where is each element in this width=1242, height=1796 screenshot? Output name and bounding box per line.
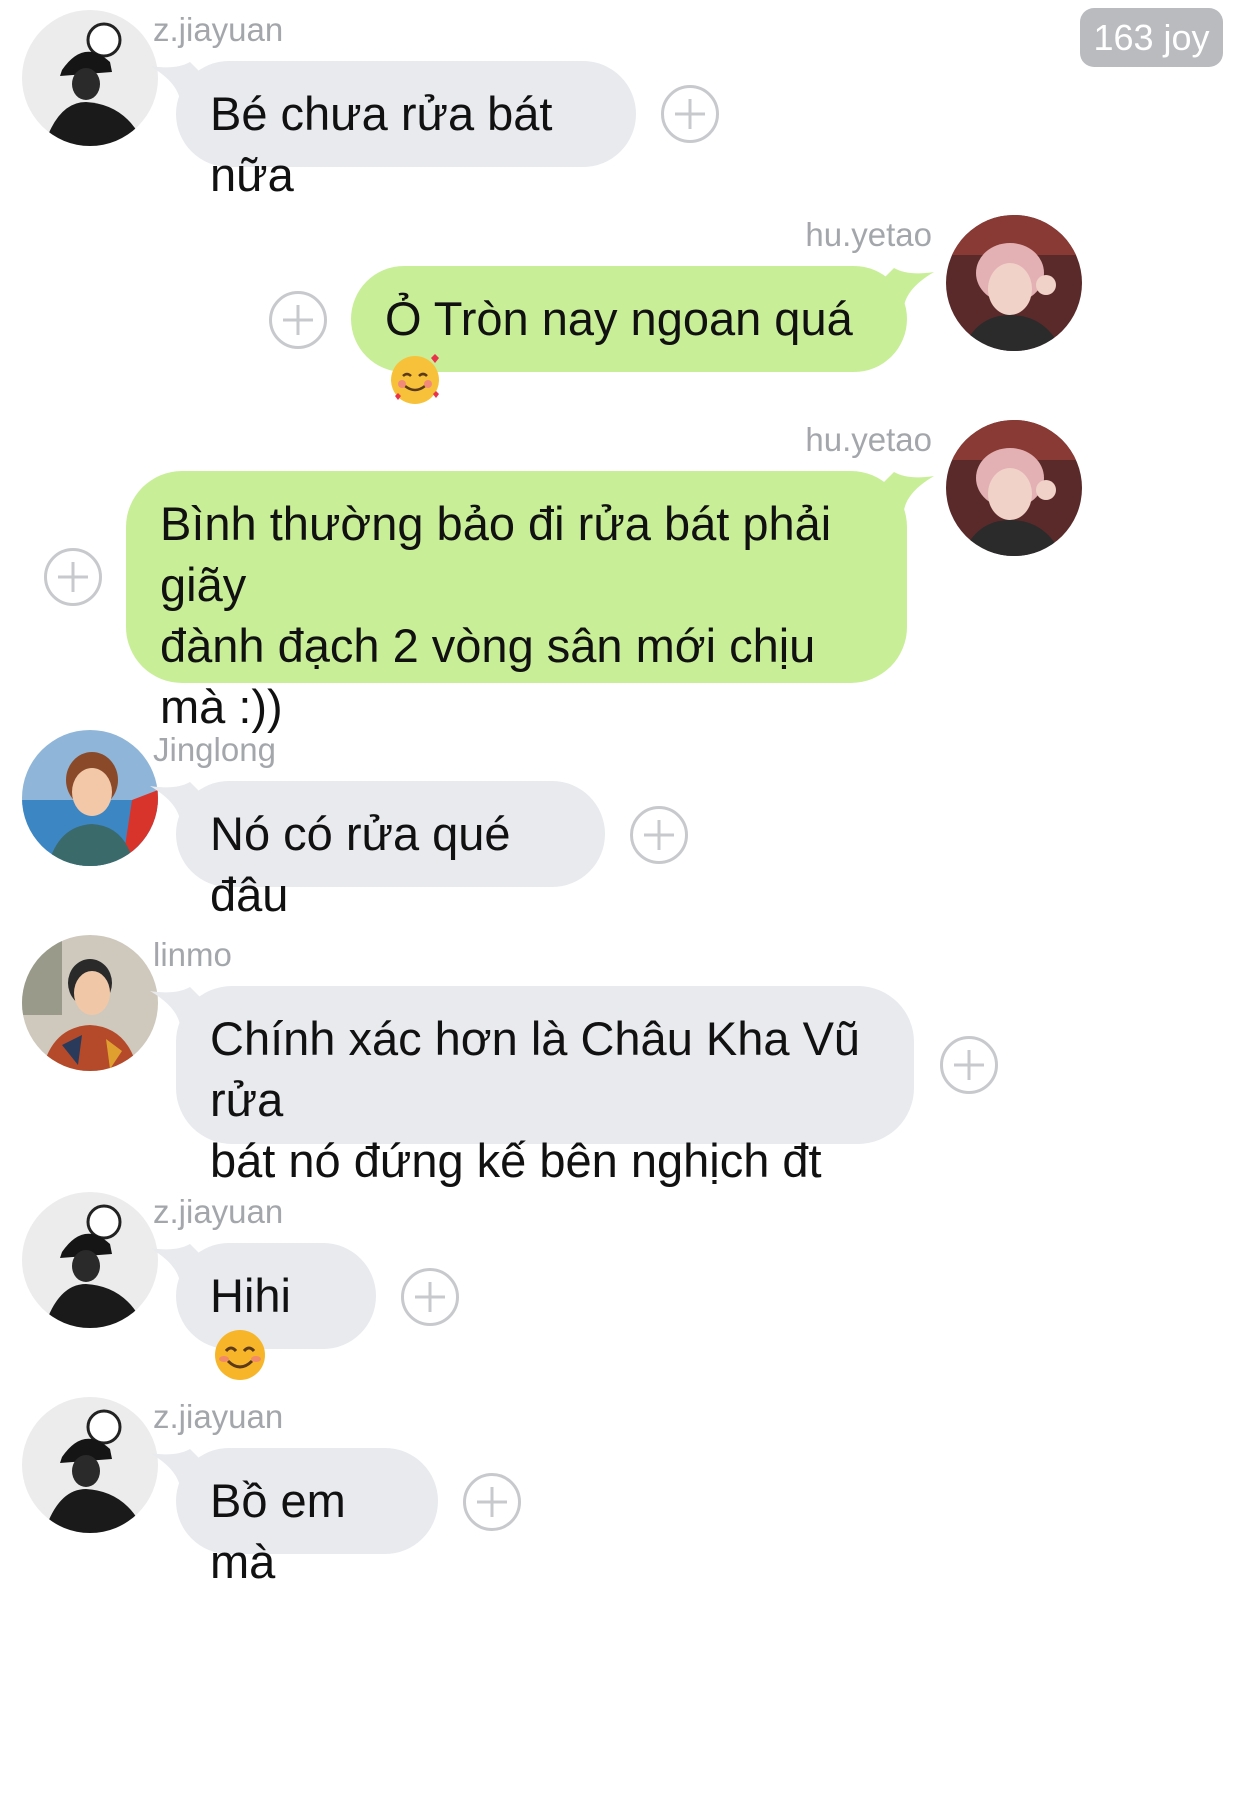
message-text-line: Chính xác hơn là Châu Kha Vũ rửa xyxy=(210,1012,861,1126)
avatar-hu-yetao[interactable] xyxy=(946,420,1082,556)
sender-name: hu.yetao xyxy=(805,216,932,253)
avatar-z-jiayuan[interactable] xyxy=(22,10,158,146)
sender-name: z.jiayuan xyxy=(153,1193,284,1230)
message-text: Bồ em mà xyxy=(210,1474,346,1588)
plus-circle-icon[interactable] xyxy=(940,1036,998,1094)
plus-circle-icon[interactable] xyxy=(661,85,719,143)
plus-circle-icon[interactable] xyxy=(401,1268,459,1326)
smiling-face-with-hearts-icon xyxy=(387,350,443,406)
message-text: Bé chưa rửa bát nữa xyxy=(210,87,553,201)
message-bubble[interactable]: Ỏ Tròn nay ngoan quá xyxy=(351,266,907,404)
sender-name: linmo xyxy=(153,936,232,973)
message-bubble[interactable]: Bé chưa rửa bát nữa xyxy=(176,61,636,201)
message-text-line: đành đạch 2 vòng sân mới chịu xyxy=(160,619,816,672)
message-text: Nó có rửa qué đâu xyxy=(210,807,511,921)
message-text-line: bát nó đứng kế bên nghịch đt xyxy=(210,1134,822,1187)
smiling-face-with-smiling-eyes-icon xyxy=(212,1327,268,1383)
message-bubble[interactable]: Bình thường bảo đi rửa bát phải giãy đàn… xyxy=(126,471,907,733)
avatar-z-jiayuan[interactable] xyxy=(22,1192,158,1328)
sender-name: hu.yetao xyxy=(805,421,932,458)
plus-circle-icon[interactable] xyxy=(630,806,688,864)
message-text-line: mà :)) xyxy=(160,680,283,733)
avatar-hu-yetao[interactable] xyxy=(946,215,1082,351)
message-bubble[interactable]: Bồ em mà xyxy=(176,1448,438,1588)
message-bubble[interactable]: Chính xác hơn là Châu Kha Vũ rửa bát nó … xyxy=(176,986,914,1187)
message-text-line: Bình thường bảo đi rửa bát phải giãy xyxy=(160,497,832,611)
message-bubble[interactable]: Hihi xyxy=(176,1243,376,1380)
message-text: Hihi xyxy=(210,1265,342,1387)
plus-circle-icon[interactable] xyxy=(463,1473,521,1531)
avatar-jinglong[interactable] xyxy=(22,730,158,866)
avatar-z-jiayuan[interactable] xyxy=(22,1397,158,1533)
avatar-linmo[interactable] xyxy=(22,935,158,1071)
plus-circle-icon[interactable] xyxy=(269,291,327,349)
message-bubble[interactable]: Nó có rửa qué đâu xyxy=(176,781,605,921)
message-text: Ỏ Tròn nay ngoan quá xyxy=(385,288,873,410)
sender-name: z.jiayuan xyxy=(153,1398,284,1435)
plus-circle-icon[interactable] xyxy=(44,548,102,606)
reaction-count-badge[interactable]: 163 joy xyxy=(1080,8,1223,67)
sender-name: Jinglong xyxy=(153,731,276,768)
sender-name: z.jiayuan xyxy=(153,11,284,48)
